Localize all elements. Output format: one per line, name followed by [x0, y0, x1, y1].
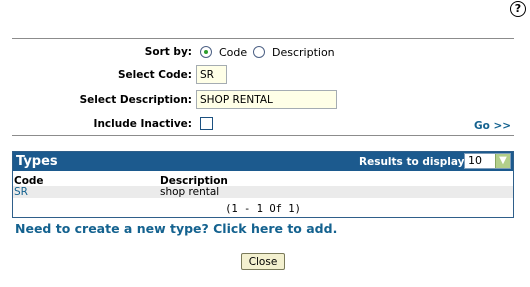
results-to-display-select[interactable]: 10 ▼: [464, 153, 511, 169]
help-icon[interactable]: ?: [510, 1, 526, 17]
select-description-input[interactable]: [196, 90, 337, 109]
sort-by-label: Sort by:: [144, 46, 192, 58]
close-button[interactable]: Close: [241, 253, 285, 270]
sort-description-radio[interactable]: [253, 46, 265, 58]
results-select-value: 10: [468, 154, 482, 167]
results-to-display-label: Results to display:: [359, 156, 469, 168]
types-title: Types: [16, 154, 58, 169]
select-code-label: Select Code:: [117, 69, 192, 81]
top-divider: [12, 38, 514, 39]
row-description: shop rental: [160, 186, 220, 198]
sort-code-radio[interactable]: [200, 46, 212, 58]
include-inactive-label: Include Inactive:: [93, 118, 192, 130]
select-description-label: Select Description:: [79, 94, 192, 106]
go-link[interactable]: Go >>: [474, 119, 511, 133]
types-panel: Types Results to display: 10 ▼ Code Desc…: [12, 151, 514, 218]
pagination-info: (1 - 1 Of 1): [225, 203, 301, 215]
chevron-down-icon[interactable]: ▼: [495, 154, 510, 168]
add-new-type-link[interactable]: Need to create a new type? Click here to…: [15, 221, 337, 237]
select-code-input[interactable]: [196, 65, 227, 84]
row-code-link[interactable]: SR: [14, 186, 28, 198]
sort-code-label: Code: [219, 46, 248, 59]
bottom-divider: [12, 135, 514, 136]
table-row[interactable]: SR shop rental: [13, 186, 513, 198]
sort-description-label: Description: [272, 46, 335, 59]
include-inactive-checkbox[interactable]: [200, 117, 213, 130]
types-header: Types Results to display: 10 ▼: [13, 152, 513, 171]
